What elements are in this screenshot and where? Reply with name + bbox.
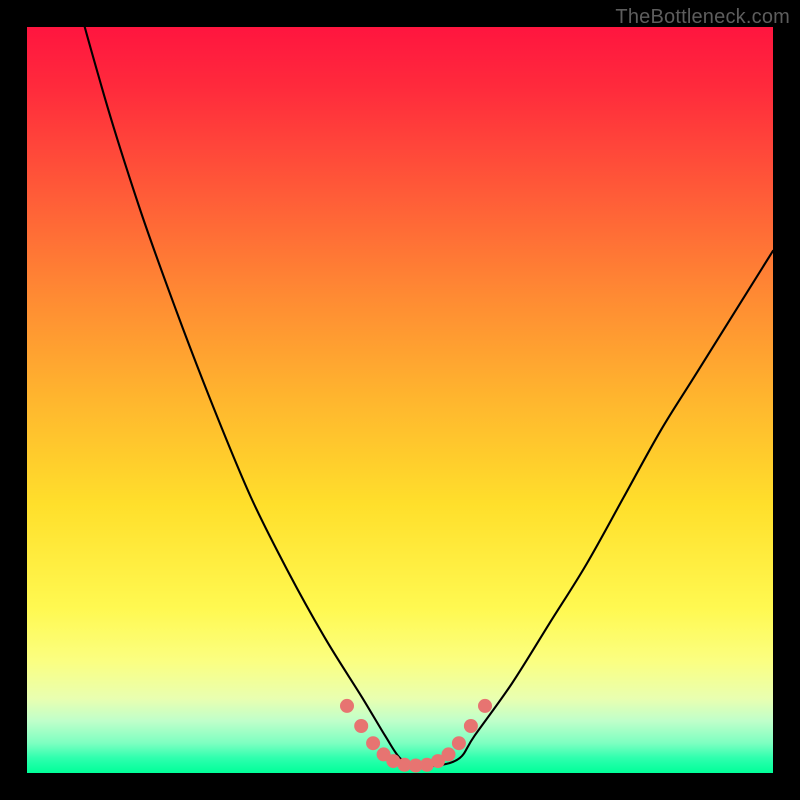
marker-dot <box>442 747 456 761</box>
watermark-text: TheBottleneck.com <box>615 6 790 29</box>
marker-group <box>340 699 492 773</box>
marker-dot <box>452 736 466 750</box>
marker-dot <box>354 719 368 733</box>
marker-dot <box>464 719 478 733</box>
marker-dot <box>478 699 492 713</box>
marker-layer <box>27 27 773 773</box>
plot-area <box>27 27 773 773</box>
marker-dot <box>340 699 354 713</box>
marker-dot <box>366 736 380 750</box>
